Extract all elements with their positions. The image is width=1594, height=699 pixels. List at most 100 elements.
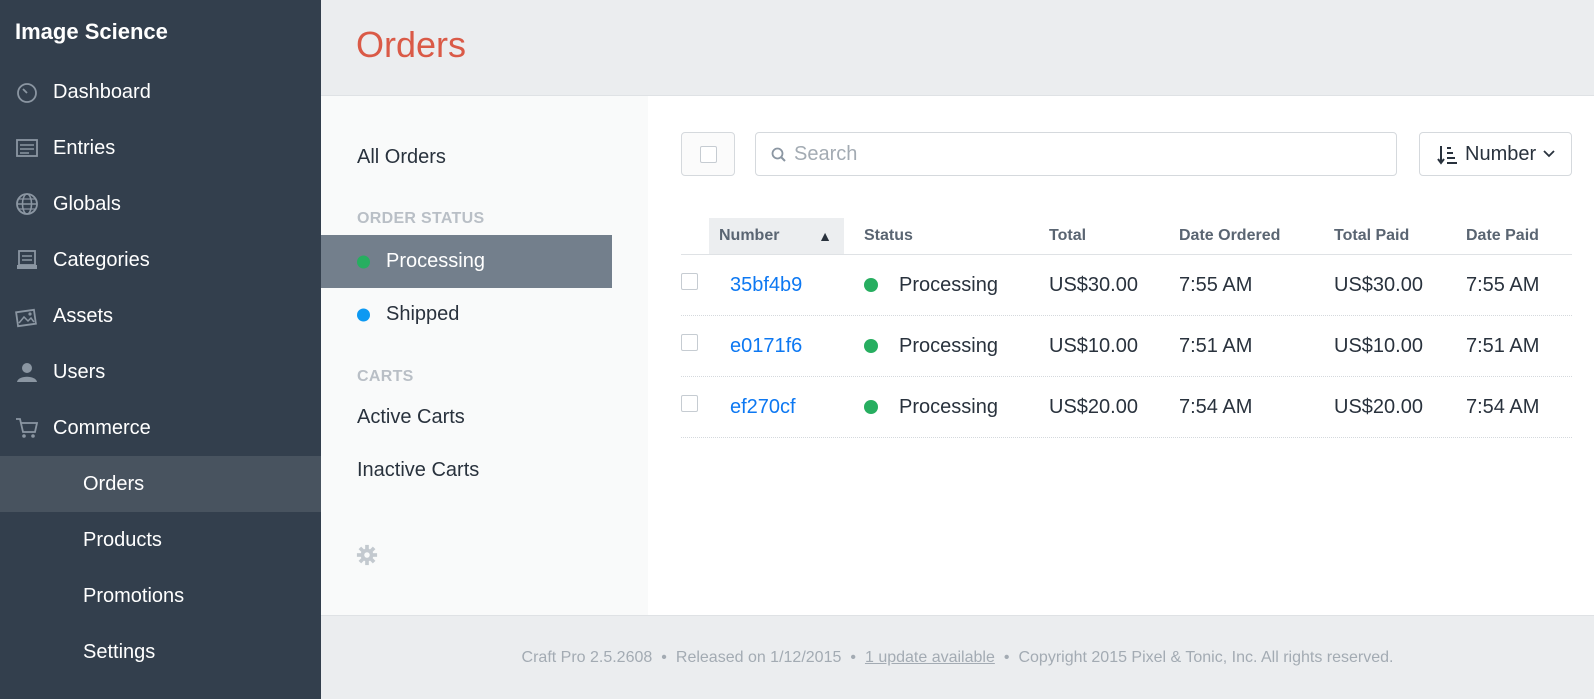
status-cell: Processing bbox=[864, 377, 998, 437]
nav-item-globals[interactable]: Globals bbox=[0, 176, 321, 232]
nav-label: Globals bbox=[53, 192, 121, 215]
nav-item-commerce[interactable]: Commerce bbox=[0, 400, 321, 456]
nav-item-users[interactable]: Users bbox=[0, 344, 321, 400]
total-paid-cell: US$20.00 bbox=[1334, 395, 1423, 418]
column-header-label: Number bbox=[719, 227, 780, 244]
nav-item-assets[interactable]: Assets bbox=[0, 288, 321, 344]
checkbox-box bbox=[700, 146, 717, 163]
select-all-checkbox[interactable] bbox=[681, 132, 735, 176]
order-number-link[interactable]: e0171f6 bbox=[730, 316, 802, 376]
order-number-link[interactable]: ef270cf bbox=[730, 377, 796, 437]
search-box bbox=[755, 132, 1397, 176]
footer-separator: • bbox=[661, 649, 667, 666]
status-dot bbox=[864, 278, 878, 292]
nav-item-categories[interactable]: Categories bbox=[0, 232, 321, 288]
site-name[interactable]: Image Science bbox=[15, 19, 168, 45]
nav-item-dashboard[interactable]: Dashboard bbox=[0, 64, 321, 120]
nav-item-promotions[interactable]: Promotions bbox=[0, 568, 321, 624]
subnav-label: All Orders bbox=[357, 146, 446, 168]
nav-label: Orders bbox=[83, 472, 145, 495]
date-paid-cell: 7:55 AM bbox=[1466, 273, 1540, 296]
subnav-status-processing[interactable]: Processing bbox=[321, 235, 612, 288]
nav-label: Dashboard bbox=[53, 80, 151, 103]
column-header-label: Status bbox=[864, 227, 913, 244]
row-checkbox[interactable] bbox=[681, 334, 698, 351]
table-row: e0171f6 Processing US$10.00 7:51 AM US$1… bbox=[681, 316, 1572, 377]
subnav-label: Active Carts bbox=[357, 406, 465, 428]
column-header-label: Total bbox=[1049, 227, 1087, 244]
subnav-active-carts[interactable]: Active Carts bbox=[321, 391, 612, 444]
total-cell: US$10.00 bbox=[1049, 334, 1138, 357]
column-header-number[interactable]: Number ▲ bbox=[709, 218, 844, 254]
nav-label: Commerce bbox=[53, 416, 151, 439]
footer-separator: • bbox=[850, 649, 856, 666]
date-paid-cell: 7:54 AM bbox=[1466, 395, 1540, 418]
total-paid-cell: US$10.00 bbox=[1334, 334, 1423, 357]
footer-text: Craft Pro 2.5.2608 • Released on 1/12/2015… bbox=[321, 649, 1594, 667]
copyright-text: Copyright 2015 Pixel & Tonic, Inc. All r… bbox=[1018, 649, 1394, 666]
status-label: Processing bbox=[899, 334, 998, 357]
row-checkbox[interactable] bbox=[681, 273, 698, 290]
search-icon bbox=[771, 147, 786, 162]
update-link[interactable]: 1 update available bbox=[865, 649, 995, 666]
carts-heading: CARTS bbox=[357, 368, 414, 385]
gear-icon[interactable] bbox=[356, 544, 378, 566]
column-header-status[interactable]: Status bbox=[864, 218, 1034, 254]
total-cell: US$30.00 bbox=[1049, 273, 1138, 296]
column-header-date-ordered[interactable]: Date Ordered bbox=[1179, 218, 1319, 254]
orders-main: Number Number ▲ Status Total Date Ordere… bbox=[648, 96, 1594, 615]
sort-asc-icon: ▲ bbox=[818, 228, 832, 244]
nav-item-entries[interactable]: Entries bbox=[0, 120, 321, 176]
entries-icon bbox=[15, 136, 39, 160]
subnav-status-shipped[interactable]: Shipped bbox=[321, 288, 612, 341]
page-header: Orders bbox=[321, 0, 1594, 96]
status-cell: Processing bbox=[864, 255, 998, 315]
nav-item-orders[interactable]: Orders bbox=[0, 456, 321, 512]
status-dot bbox=[357, 255, 370, 268]
subnav-inactive-carts[interactable]: Inactive Carts bbox=[321, 444, 612, 497]
version-text: Craft Pro 2.5.2608 bbox=[521, 649, 653, 666]
total-cell: US$20.00 bbox=[1049, 395, 1138, 418]
status-label: Processing bbox=[899, 395, 998, 418]
page-footer: Craft Pro 2.5.2608 • Released on 1/12/2015… bbox=[321, 615, 1594, 699]
nav-label: Entries bbox=[53, 136, 116, 159]
column-header-total-paid[interactable]: Total Paid bbox=[1334, 218, 1454, 254]
dashboard-icon bbox=[15, 80, 39, 104]
status-dot bbox=[357, 308, 370, 321]
sort-button[interactable]: Number bbox=[1419, 132, 1572, 176]
categories-icon bbox=[15, 248, 39, 272]
order-status-heading: ORDER STATUS bbox=[357, 210, 485, 227]
subnav-label: Shipped bbox=[386, 303, 460, 325]
total-paid-cell: US$30.00 bbox=[1334, 273, 1423, 296]
nav-item-products[interactable]: Products bbox=[0, 512, 321, 568]
date-paid-cell: 7:51 AM bbox=[1466, 334, 1540, 357]
date-ordered-cell: 7:55 AM bbox=[1179, 273, 1253, 296]
column-header-total[interactable]: Total bbox=[1049, 218, 1169, 254]
subnav-label: Processing bbox=[386, 250, 485, 272]
nav-label: Users bbox=[53, 360, 106, 383]
orders-subnav: All Orders ORDER STATUS Processing Shipp… bbox=[321, 96, 648, 615]
search-input[interactable] bbox=[794, 133, 1384, 175]
sort-label: Number bbox=[1465, 142, 1537, 165]
cart-icon bbox=[15, 416, 39, 440]
sort-icon bbox=[1437, 146, 1457, 165]
nav-label: Settings bbox=[83, 640, 156, 663]
row-checkbox[interactable] bbox=[681, 395, 698, 412]
users-icon bbox=[15, 360, 39, 384]
status-dot bbox=[864, 400, 878, 414]
subnav-label: Inactive Carts bbox=[357, 459, 480, 481]
column-header-date-paid[interactable]: Date Paid bbox=[1466, 218, 1572, 254]
table-row: ef270cf Processing US$20.00 7:54 AM US$2… bbox=[681, 377, 1572, 438]
nav-item-settings[interactable]: Settings bbox=[0, 624, 321, 680]
page-title: Orders bbox=[356, 24, 467, 65]
status-dot bbox=[864, 339, 878, 353]
table-row: 35bf4b9 Processing US$30.00 7:55 AM US$3… bbox=[681, 255, 1572, 316]
sidebar: Image Science Dashboard Entries Globals … bbox=[0, 0, 321, 699]
date-ordered-cell: 7:54 AM bbox=[1179, 395, 1253, 418]
order-number-link[interactable]: 35bf4b9 bbox=[730, 255, 802, 315]
assets-icon bbox=[15, 304, 39, 328]
column-header-label: Date Ordered bbox=[1179, 227, 1281, 244]
column-header-label: Date Paid bbox=[1466, 227, 1539, 244]
subnav-all-orders[interactable]: All Orders bbox=[321, 131, 612, 184]
chevron-down-icon bbox=[1543, 150, 1555, 158]
